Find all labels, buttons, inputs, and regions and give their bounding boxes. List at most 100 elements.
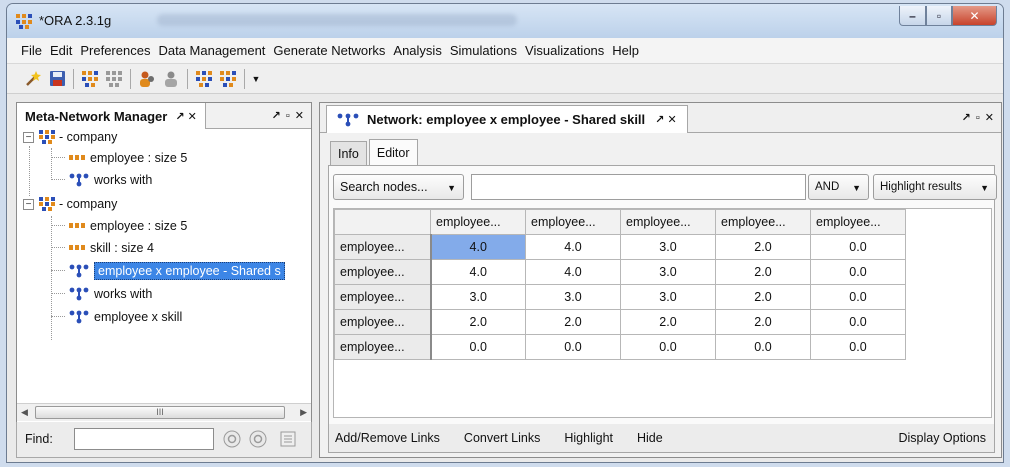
collapse-icon[interactable]: − [23,131,34,143]
matrix-cell[interactable]: 0.0 [810,334,906,360]
matrix-cell[interactable]: 4.0 [430,259,526,285]
network-tab-title: Network: employee x employee - Shared sk… [367,112,646,127]
find-previous-icon[interactable] [223,430,241,448]
nodeset-icon[interactable] [102,68,126,90]
save-icon[interactable] [45,68,69,90]
matrix-cell[interactable]: 2.0 [715,234,811,260]
matrix-cell[interactable]: 0.0 [810,309,906,335]
row-header[interactable]: employee... [334,234,432,260]
meta-network-manager-tab[interactable]: Meta-Network Manager ↗ ✕ [17,103,206,129]
scroll-left-icon[interactable]: ◀ [21,407,28,418]
matrix-cell[interactable]: 2.0 [715,284,811,310]
collapse-icon[interactable]: − [23,198,34,210]
row-header[interactable]: employee... [334,309,432,335]
matrix-cell[interactable]: 2.0 [430,309,526,335]
column-header[interactable]: employee... [430,209,526,235]
network-compare-icon[interactable] [192,68,216,90]
menu-analysis[interactable]: Analysis [389,43,445,58]
search-mode-dropdown[interactable]: Search nodes... ▼ [333,174,464,200]
column-header[interactable]: employee... [620,209,716,235]
row-header[interactable]: employee... [334,259,432,285]
matrix-cell[interactable]: 3.0 [620,284,716,310]
tree-node-employee-x-skill[interactable]: employee x skill [69,306,182,328]
tree-node-shared-skill[interactable]: employee x employee - Shared s [69,260,285,282]
matrix-cell[interactable]: 2.0 [620,309,716,335]
matrix-cell[interactable]: 0.0 [430,334,526,360]
search-input[interactable] [471,174,806,200]
menu-preferences[interactable]: Preferences [76,43,154,58]
menu-data-management[interactable]: Data Management [154,43,269,58]
pane-window-controls-icon[interactable]: ↗ ▫ ✕ [272,109,305,122]
network-tab[interactable]: Network: employee x employee - Shared sk… [326,105,688,133]
matrix-cell[interactable]: 4.0 [525,234,621,260]
tree-node-works-with-1[interactable]: works with [69,169,152,191]
tree-node-works-with-2[interactable]: works with [69,283,152,305]
column-header[interactable]: employee... [715,209,811,235]
close-button[interactable]: ✕ [952,6,997,26]
tree-node-skill[interactable]: skill : size 4 [69,237,154,259]
tree-node-label: works with [94,287,153,301]
matrix-cell[interactable]: 3.0 [620,234,716,260]
menu-simulations[interactable]: Simulations [446,43,521,58]
operator-label: AND [815,181,840,193]
wand-icon[interactable] [21,68,45,90]
find-input[interactable] [74,428,214,450]
tree-node-employee-1[interactable]: employee : size 5 [69,147,187,169]
tree-node-company-1[interactable]: − - company [23,130,117,148]
matrix-cell[interactable]: 0.0 [715,334,811,360]
menu-edit[interactable]: Edit [46,43,76,58]
agent-gray-icon[interactable] [159,68,183,90]
matrix-cell[interactable]: 0.0 [810,284,906,310]
horizontal-scrollbar[interactable]: ◀ III ▶ [17,403,311,421]
matrix-cell[interactable]: 0.0 [525,334,621,360]
matrix-cell[interactable]: 2.0 [715,259,811,285]
row-header[interactable]: employee... [334,334,432,360]
maximize-button[interactable]: ▫ [926,6,952,26]
column-header[interactable]: employee... [525,209,621,235]
tab-editor[interactable]: Editor [368,139,418,165]
display-options-button[interactable]: Display Options [898,431,986,445]
find-options-icon[interactable] [279,430,297,448]
menu-file[interactable]: File [17,43,46,58]
matrix-cell[interactable]: 0.0 [810,259,906,285]
tab-float-close-icon[interactable]: ↗ ✕ [175,110,197,123]
menu-generate-networks[interactable]: Generate Networks [269,43,389,58]
tab-info[interactable]: Info [330,141,367,165]
row-header[interactable]: employee... [334,284,432,310]
operator-dropdown[interactable]: AND ▼ [808,174,869,200]
scroll-thumb[interactable]: III [35,406,285,419]
network-icon[interactable] [78,68,102,90]
highlight-button[interactable]: Highlight [564,431,613,445]
matrix-cell[interactable]: 3.0 [620,259,716,285]
tree-node-company-2[interactable]: − - company [23,193,117,215]
nodeset-icon [69,223,85,228]
matrix-cell[interactable]: 4.0 [430,234,526,260]
dropdown-arrow-icon[interactable]: ▼ [249,68,263,90]
agent-icon[interactable] [135,68,159,90]
matrix-cell[interactable]: 2.0 [715,309,811,335]
minimize-button[interactable]: – [899,6,926,26]
menu-visualizations[interactable]: Visualizations [521,43,608,58]
tree-node-label: employee : size 5 [90,219,188,233]
chevron-down-icon: ▼ [447,183,456,193]
matrix-cell[interactable]: 0.0 [810,234,906,260]
scroll-right-icon[interactable]: ▶ [300,407,307,418]
matrix-cell[interactable]: 4.0 [525,259,621,285]
matrix-cell[interactable]: 0.0 [620,334,716,360]
add-remove-links-button[interactable]: Add/Remove Links [335,431,440,445]
title-bar[interactable]: *ORA 2.3.1g – ▫ ✕ [7,4,1003,38]
find-next-icon[interactable] [249,430,267,448]
matrix-cell[interactable]: 3.0 [525,284,621,310]
network-alt-icon[interactable] [216,68,240,90]
tab-float-close-icon[interactable]: ↗ ✕ [655,113,677,126]
matrix-cell[interactable]: 3.0 [430,284,526,310]
matrix-cell[interactable]: 2.0 [525,309,621,335]
pane-window-controls-icon[interactable]: ↗ ▫ ✕ [962,111,995,124]
tree-node-employee-2[interactable]: employee : size 5 [69,215,187,237]
convert-links-button[interactable]: Convert Links [464,431,540,445]
hide-button[interactable]: Hide [637,431,663,445]
column-header[interactable]: employee... [810,209,906,235]
highlight-results-dropdown[interactable]: Highlight results ▼ [873,174,997,200]
menu-help[interactable]: Help [608,43,643,58]
window-controls: – ▫ ✕ [899,6,997,26]
